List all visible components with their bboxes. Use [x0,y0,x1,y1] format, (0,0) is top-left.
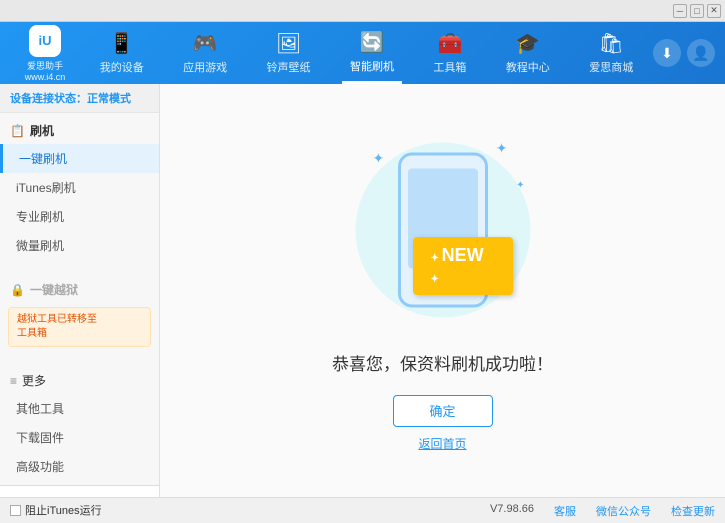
sidebar-bottom: ✓ 自动恢复 ✓ 跳过向导 📱 iPhone 12 mini 64GB Down… [0,485,159,497]
footer-check-update[interactable]: 检查更新 [671,503,715,519]
footer-customer[interactable]: 客服 [554,503,576,519]
more-section: ≡ 更多 其他工具 下载固件 高级功能 [0,363,159,485]
sidebar-item-pro[interactable]: 专业刷机 [0,202,159,231]
stop-itunes-checkbox[interactable]: 阻止iTunes运行 [10,502,102,518]
nav-right: ⬇ 👤 [653,39,715,67]
new-badge: NEW [413,237,513,295]
sidebar-item-other[interactable]: 其他工具 [0,394,159,423]
title-bar: ─ □ ✕ [0,0,725,22]
nav-item-mall[interactable]: 🛍 爱思商城 [581,22,641,84]
stop-itunes-check-icon [10,505,21,516]
apps-icon: 🎮 [193,31,218,56]
more-icon: ≡ [10,374,17,388]
minimize-button[interactable]: ─ [673,4,687,18]
logo-url: www.i4.cn [25,72,66,82]
success-illustration: NEW ✦ ✦ ✦ [343,130,543,330]
jailbreak-notice: 越狱工具已转移至工具箱 [8,307,151,347]
footer-version: V7.98.66 [490,503,534,519]
more-header: ≡ 更多 [0,367,159,394]
app-logo[interactable]: iU 爱思助手 www.i4.cn [10,25,80,82]
mall-icon: 🛍 [599,31,624,56]
nav-item-apps[interactable]: 🎮 应用游戏 [175,22,235,84]
user-button[interactable]: 👤 [687,39,715,67]
nav-item-tutorial[interactable]: 🎓 教程中心 [498,22,558,84]
nav-item-tools[interactable]: 🧰 工具箱 [425,22,474,84]
back-link[interactable]: 返回首页 [418,435,466,452]
connection-status: 设备连接状态：正常模式 [0,84,159,113]
nav-item-device[interactable]: 📱 我的设备 [92,22,152,84]
maximize-button[interactable]: □ [690,4,704,18]
tutorial-icon: 🎓 [515,31,540,56]
tools-icon: 🧰 [437,31,462,56]
nav-items: 📱 我的设备 🎮 应用游戏 🖼 铃声壁纸 🔄 智能刷机 🧰 工具箱 🎓 [80,22,653,84]
sidebar-item-disk[interactable]: 微量刷机 [0,231,159,260]
footer-left: 阻止iTunes运行 [10,502,490,519]
download-button[interactable]: ⬇ [653,39,681,67]
close-button[interactable]: ✕ [707,4,721,18]
sidebar-item-itunes[interactable]: iTunes刷机 [0,173,159,202]
flash-section: 📋 刷机 一键刷机 iTunes刷机 专业刷机 微量刷机 [0,113,159,264]
sidebar-item-advanced[interactable]: 高级功能 [0,452,159,481]
flash-icon: 📋 [10,124,25,138]
main-panel: NEW ✦ ✦ ✦ 恭喜您，保资料刷机成功啦！ 确定 返回首页 [160,84,725,497]
status-footer: 阻止iTunes运行 V7.98.66 客服 微信公众号 检查更新 [0,497,725,523]
sidebar-item-one-click[interactable]: 一键刷机 [0,144,159,173]
sidebar-item-download[interactable]: 下载固件 [0,423,159,452]
logo-name: 爱思助手 [27,59,63,72]
lock-icon: 🔒 [10,283,25,297]
content-area: 设备连接状态：正常模式 📋 刷机 一键刷机 iTunes刷机 专业刷机 微量刷机… [0,84,725,497]
app-window: iU 爱思助手 www.i4.cn 📱 我的设备 🎮 应用游戏 🖼 铃声壁纸 🔄… [0,22,725,523]
success-message: 恭喜您，保资料刷机成功啦！ [332,350,553,375]
nav-item-smart[interactable]: 🔄 智能刷机 [342,22,402,84]
smart-icon: 🔄 [360,30,385,55]
sidebar: 设备连接状态：正常模式 📋 刷机 一键刷机 iTunes刷机 专业刷机 微量刷机… [0,84,160,497]
logo-icon: iU [29,25,61,57]
wallpaper-icon: 🖼 [276,31,301,56]
flash-header: 📋 刷机 [0,117,159,144]
device-icon: 📱 [109,31,134,56]
footer-right: V7.98.66 客服 微信公众号 检查更新 [490,503,715,519]
jailbreak-header: 🔒 一键越狱 [0,276,159,303]
sparkle-2: ✦ [496,140,508,157]
confirm-button[interactable]: 确定 [393,395,493,427]
jailbreak-section: 🔒 一键越狱 越狱工具已转移至工具箱 [0,272,159,355]
nav-item-wallpaper[interactable]: 🖼 铃声壁纸 [259,22,319,84]
footer-wechat[interactable]: 微信公众号 [596,503,651,519]
nav-bar: iU 爱思助手 www.i4.cn 📱 我的设备 🎮 应用游戏 🖼 铃声壁纸 🔄… [0,22,725,84]
sparkle-1: ✦ [373,150,385,167]
sparkle-3: ✦ [516,180,524,191]
